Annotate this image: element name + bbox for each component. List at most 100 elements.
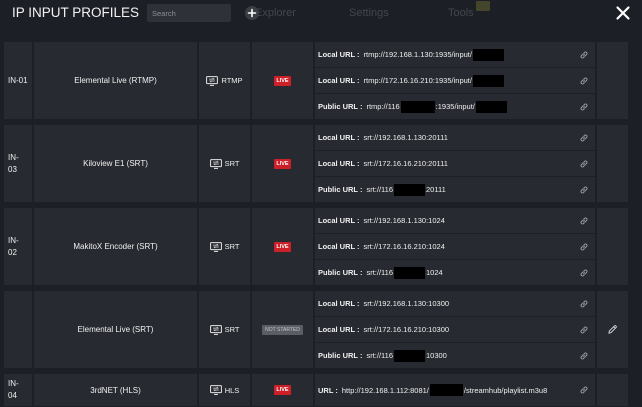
copy-url-button[interactable] <box>580 352 588 360</box>
protocol-cell: SRT <box>199 291 250 368</box>
close-icon <box>616 6 630 20</box>
redacted-block <box>400 100 435 113</box>
url-label: Local URL : <box>318 159 360 168</box>
url-text: srt://116 <box>366 268 393 277</box>
url-value: srt://116 10300 <box>366 349 580 362</box>
profile-row[interactable]: IN-01 Elemental Live (RTMP) RTMP LIVE Lo… <box>4 42 628 119</box>
redacted-block <box>472 48 504 61</box>
screen-cast-icon <box>210 159 222 169</box>
profile-row[interactable]: IN-03 Kiloview E1 (SRT) SRT LIVE Local U… <box>4 125 628 202</box>
url-value: rtmp://192.168.1.130:1935/input/ <box>364 48 580 61</box>
profile-row[interactable]: IN-02 MakitoX Encoder (SRT) SRT LIVE Loc… <box>4 208 628 285</box>
url-value: srt://172.16.16.210:1024 <box>364 242 580 251</box>
status-badge: NOT STARTED <box>262 324 303 335</box>
url-text: srt://192.168.1.130:20111 <box>363 133 448 142</box>
redacted-block <box>429 384 463 396</box>
edit-profile-button[interactable] <box>607 324 618 335</box>
protocol-cell: SRT <box>199 125 250 202</box>
actions-cell <box>597 374 628 406</box>
url-value: srt://192.168.1.130:10300 <box>364 299 580 308</box>
status-cell: NOT STARTED <box>252 291 313 368</box>
url-list: Local URL : srt://192.168.1.130:1024 Loc… <box>315 208 595 285</box>
url-text: 20111 <box>426 185 446 194</box>
profile-row[interactable]: Elemental Live (SRT) SRT NOT STARTED Loc… <box>4 291 628 368</box>
protocol-label: SRT <box>224 159 240 168</box>
url-row: Local URL : srt://172.16.16.210:1024 <box>315 234 595 259</box>
actions-cell <box>597 291 628 368</box>
url-value: http://192.168.1.112:8081/ /streamhub/pla… <box>342 384 580 396</box>
link-icon <box>580 326 588 334</box>
profile-name-cell: MakitoX Encoder (SRT) <box>34 208 197 285</box>
status-badge: LIVE <box>273 158 292 169</box>
url-value: rtmp://172.16.16.210:1935/input/ <box>363 74 580 87</box>
profile-name-cell: Elemental Live (RTMP) <box>34 42 197 119</box>
url-text: rtmp://172.16.16.210:1935/input/ <box>363 76 472 85</box>
copy-url-button[interactable] <box>580 103 588 111</box>
url-text: 10300 <box>426 351 447 360</box>
url-value: srt://172.16.16.210:20111 <box>364 159 580 168</box>
copy-url-button[interactable] <box>580 51 588 59</box>
url-label: Local URL : <box>318 216 360 225</box>
link-icon <box>580 243 588 251</box>
url-label: URL : <box>318 385 338 395</box>
url-label: Public URL : <box>318 185 363 194</box>
copy-url-button[interactable] <box>580 186 588 194</box>
url-label: Local URL : <box>318 299 360 308</box>
profile-id: IN-02 <box>8 235 19 257</box>
background-tab-tools: Tools <box>448 7 474 19</box>
url-value: srt://172.16.16.210:10300 <box>364 325 580 334</box>
protocol-cell: RTMP <box>199 42 250 119</box>
profile-id-cell <box>4 291 32 368</box>
url-row: Local URL : srt://172.16.16.210:10300 <box>315 317 595 342</box>
link-icon <box>580 103 588 111</box>
url-text: 1024 <box>426 268 443 277</box>
status-badge: LIVE <box>273 385 292 395</box>
copy-url-button[interactable] <box>580 269 588 277</box>
add-profile-button[interactable] <box>245 6 259 20</box>
link-icon <box>580 386 588 394</box>
url-list: URL : http://192.168.1.112:8081/ /streamh… <box>315 374 595 406</box>
screen-cast-icon <box>210 385 222 395</box>
url-text: srt://172.16.16.210:10300 <box>363 325 450 334</box>
copy-url-button[interactable] <box>580 386 588 394</box>
profile-row[interactable]: IN-04 3rdNET (HLS) HLS LIVE URL : http:/… <box>4 374 628 406</box>
url-row: Local URL : rtmp://192.168.1.130:1935/in… <box>315 42 595 67</box>
url-text: http://192.168.1.112:8081/ <box>341 385 429 395</box>
url-label: Public URL : <box>318 351 363 360</box>
tools-badge <box>476 1 490 11</box>
protocol-cell: HLS <box>199 374 250 406</box>
url-text: /streamhub/playlist.m3u8 <box>463 385 548 395</box>
profile-id-cell: IN-04 <box>4 374 32 406</box>
profile-id-cell: IN-02 <box>4 208 32 285</box>
link-icon <box>580 217 588 225</box>
status-badge: LIVE <box>273 75 292 86</box>
actions-cell <box>597 42 628 119</box>
url-text: rtmp://116 <box>366 102 400 111</box>
input-profile-list: IN-01 Elemental Live (RTMP) RTMP LIVE Lo… <box>4 42 628 406</box>
copy-url-button[interactable] <box>580 160 588 168</box>
profile-id-cell: IN-01 <box>4 42 32 119</box>
modal-header: IP INPUT PROFILES Explorer Settings Tool… <box>0 0 642 40</box>
status-cell: LIVE <box>252 374 313 406</box>
profile-id: IN-01 <box>8 75 28 85</box>
profile-name: MakitoX Encoder (SRT) <box>73 242 158 251</box>
search-input[interactable] <box>147 4 231 22</box>
copy-url-button[interactable] <box>580 326 588 334</box>
copy-url-button[interactable] <box>580 134 588 142</box>
url-text: srt://192.168.1.130:1024 <box>363 216 445 225</box>
profile-name-cell: 3rdNET (HLS) <box>34 374 197 406</box>
redacted-block <box>475 100 507 113</box>
copy-url-button[interactable] <box>580 217 588 225</box>
protocol-cell: SRT <box>199 208 250 285</box>
protocol-label: HLS <box>224 385 240 395</box>
copy-url-button[interactable] <box>580 300 588 308</box>
profile-id: IN-03 <box>8 152 19 174</box>
profile-name: 3rdNET (HLS) <box>90 385 141 395</box>
close-button[interactable] <box>615 5 631 21</box>
copy-url-button[interactable] <box>580 77 588 85</box>
background-tab-settings: Settings <box>349 7 389 19</box>
url-value: srt://192.168.1.130:1024 <box>364 216 580 225</box>
url-label: Local URL : <box>318 242 360 251</box>
url-label: Local URL : <box>318 325 360 334</box>
copy-url-button[interactable] <box>580 243 588 251</box>
